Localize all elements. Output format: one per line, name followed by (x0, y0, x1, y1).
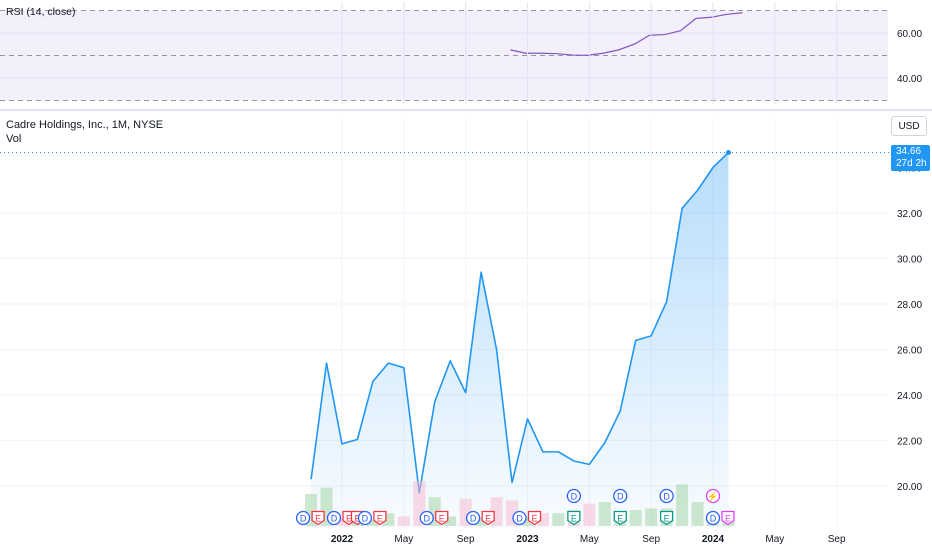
event-marker-text: E (531, 514, 537, 524)
price-tick-label-6: 32.00 (897, 209, 922, 220)
volume-bar (676, 484, 689, 526)
x-tick-label-8: Sep (828, 534, 846, 545)
event-marker-text: D (617, 492, 624, 502)
last-price-marker (725, 149, 731, 155)
event-marker-dividend-icon: D (419, 510, 434, 526)
event-marker-text: E (439, 514, 445, 524)
last-price-badge: 34.66 27d 2h (891, 145, 930, 171)
event-marker-dividend-icon: D (512, 510, 527, 526)
rsi-tick-label-0: 60.00 (897, 29, 922, 40)
event-marker-split-icon: ⚡ (705, 488, 721, 504)
event-marker-dividend-icon: D (465, 510, 481, 526)
event-marker-text: D (300, 514, 307, 524)
rsi-pane (0, 2, 932, 111)
price-tick-label-1: 22.00 (897, 437, 922, 448)
event-marker-text: D (516, 514, 523, 524)
event-marker-text: D (710, 514, 717, 524)
volume-bar (397, 516, 410, 526)
event-marker-dividend-icon: D (705, 510, 721, 526)
event-marker-text: E (571, 514, 577, 524)
event-marker-dividend-icon: D (326, 510, 342, 526)
price-pane (0, 118, 890, 529)
symbol-title[interactable]: Cadre Holdings, Inc., 1M, NYSE (6, 119, 163, 131)
event-marker-text: E (315, 514, 321, 524)
volume-bar (645, 508, 658, 526)
chart-canvas[interactable]: D E D E E D E D E D E D EDEDEDE⚡D E 60.0040.0020.0022… (0, 0, 932, 550)
event-marker-dividend-icon: D (613, 488, 628, 504)
price-area (311, 152, 729, 529)
event-marker-text: E (377, 514, 383, 524)
x-tick-label-2: Sep (457, 534, 475, 545)
event-marker-dividend-icon: D (566, 488, 582, 504)
event-marker-text: D (362, 514, 369, 524)
volume-bar (583, 503, 596, 526)
price-tick-label-2: 24.00 (897, 391, 922, 402)
volume-bar (552, 513, 565, 526)
event-marker-text: E (664, 514, 670, 524)
price-tick-label-3: 26.00 (897, 346, 922, 357)
event-marker-text: ⚡ (707, 491, 718, 503)
event-marker-text: D (571, 492, 578, 502)
event-marker-text: D (470, 514, 477, 524)
x-tick-label-5: Sep (642, 534, 660, 545)
x-tick-label-7: May (765, 534, 784, 545)
x-tick-label-3: 2023 (516, 534, 539, 545)
x-tick-label-6: 2024 (702, 534, 725, 545)
price-tick-label-4: 28.00 (897, 300, 922, 311)
rsi-title[interactable]: RSI (14, close) (6, 6, 75, 18)
event-marker-text: D (663, 492, 670, 502)
x-tick-label-1: May (394, 534, 413, 545)
last-price-value: 34.66 (896, 146, 922, 157)
bar-countdown: 27d 2h (896, 158, 927, 169)
volume-bar (629, 510, 642, 526)
event-marker-text: E (617, 514, 623, 524)
x-tick-label-0: 2022 (331, 534, 354, 545)
event-marker-text: D (424, 514, 431, 524)
x-tick-label-4: May (580, 534, 599, 545)
chart-root: D E D E E D E D E D E D E D E D E D E ⚡ D E 60.00 40.00 20.00 22… (0, 0, 932, 550)
price-tick-label-5: 30.00 (897, 255, 922, 266)
volume-bar (691, 502, 704, 526)
event-marker-dividend-icon: D (295, 510, 311, 526)
volume-label[interactable]: Vol (6, 133, 21, 145)
currency-button[interactable]: USD (891, 116, 927, 136)
price-tick-label-0: 20.00 (897, 482, 922, 493)
event-marker-dividend-icon: D (659, 488, 674, 504)
event-marker-text: E (485, 514, 491, 524)
rsi-tick-label-1: 40.00 (897, 74, 922, 85)
event-marker-text: D (331, 514, 338, 524)
event-marker-text: E (725, 514, 731, 524)
volume-bar (598, 502, 611, 526)
event-marker-dividend-icon: D (357, 510, 373, 526)
